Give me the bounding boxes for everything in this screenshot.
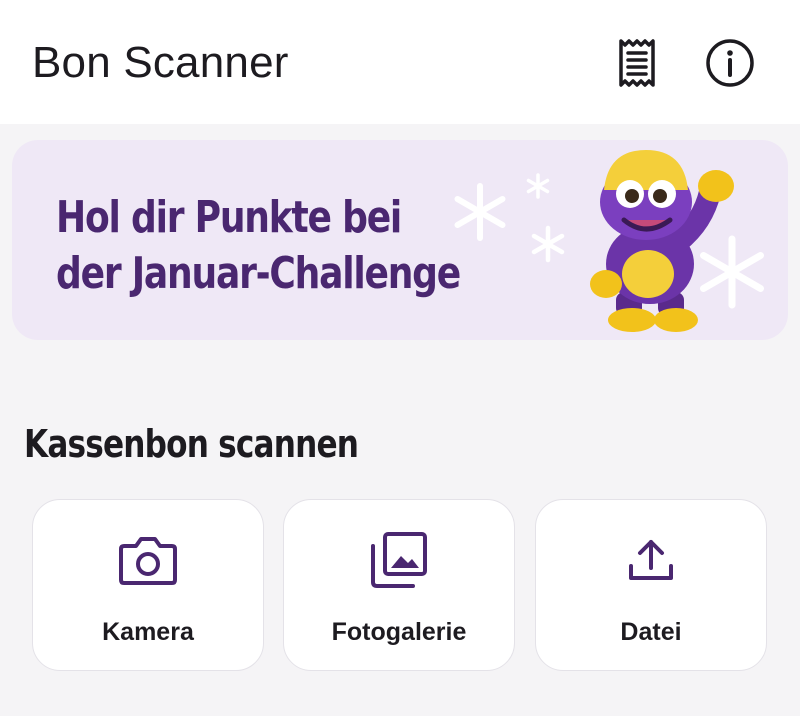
- file-option-card[interactable]: Datei: [535, 499, 767, 671]
- promo-banner[interactable]: Hol dir Punkte bei der Januar-Challenge: [12, 140, 788, 340]
- upload-icon: [619, 528, 683, 592]
- receipt-list-icon: [619, 39, 655, 87]
- photo-gallery-option-card[interactable]: Fotogalerie: [283, 499, 515, 671]
- app-title: Bon Scanner: [32, 38, 289, 87]
- camera-label: Kamera: [102, 618, 194, 646]
- camera-option-card[interactable]: Kamera: [32, 499, 264, 671]
- receipt-history-button[interactable]: [607, 33, 667, 93]
- camera-icon: [116, 528, 180, 592]
- section-title: Kassenbon scannen: [24, 422, 359, 466]
- banner-headline: Hol dir Punkte bei der Januar-Challenge: [56, 192, 461, 299]
- snowflake-icon: [526, 173, 550, 199]
- snowflake-icon: [454, 183, 506, 241]
- photo-gallery-icon: [367, 528, 431, 592]
- app-bar: Bon Scanner: [0, 0, 800, 124]
- file-label: Datei: [620, 618, 682, 646]
- info-button[interactable]: [700, 33, 760, 93]
- photo-gallery-label: Fotogalerie: [331, 618, 467, 646]
- info-icon: [706, 39, 754, 87]
- mascot-illustration: [590, 150, 734, 332]
- snowflake-icon: [531, 225, 565, 263]
